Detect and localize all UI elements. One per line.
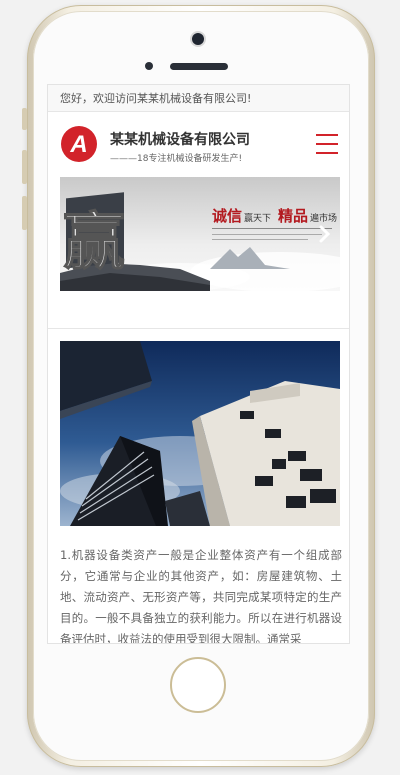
phone-volume-up bbox=[22, 150, 27, 184]
phone-screen: 您好，欢迎访问某某机械设备有限公司! A 某某机械设备有限公司 ———18专注机… bbox=[47, 84, 350, 644]
top-bar: 您好，欢迎访问某某机械设备有限公司! bbox=[48, 85, 349, 112]
banner-big-character: 赢 bbox=[63, 205, 125, 278]
hero-banner[interactable]: 赢 诚信 赢天下 精品 遍市场 bbox=[60, 177, 340, 291]
company-slogan: ———18专注机械设备研发生产! bbox=[110, 154, 243, 164]
company-logo[interactable]: A bbox=[61, 126, 97, 162]
banner-slogan-a: 诚信 bbox=[212, 207, 242, 225]
welcome-text: 您好，欢迎访问某某机械设备有限公司! bbox=[60, 92, 252, 105]
proximity-sensor bbox=[145, 62, 153, 70]
company-name: 某某机械设备有限公司 bbox=[110, 132, 250, 148]
banner-slogan-d: 遍市场 bbox=[310, 212, 337, 224]
phone-volume-down bbox=[22, 196, 27, 230]
section-divider bbox=[48, 328, 349, 329]
home-button[interactable] bbox=[170, 657, 226, 713]
hamburger-menu-icon[interactable] bbox=[316, 134, 338, 154]
logo-letter: A bbox=[69, 131, 87, 158]
banner-slogan-c: 精品 bbox=[278, 207, 308, 225]
earpiece-speaker bbox=[170, 63, 228, 70]
phone-mute-switch bbox=[22, 108, 27, 130]
building-photo bbox=[60, 341, 340, 526]
article-text: 1.机器设备类资产一般是企业整体资产有一个组成部分，它通常与企业的其他资产，如：… bbox=[60, 548, 342, 644]
site-header: A 某某机械设备有限公司 ———18专注机械设备研发生产! bbox=[48, 112, 349, 176]
banner-slogan-b: 赢天下 bbox=[244, 212, 271, 224]
front-camera bbox=[192, 33, 204, 45]
